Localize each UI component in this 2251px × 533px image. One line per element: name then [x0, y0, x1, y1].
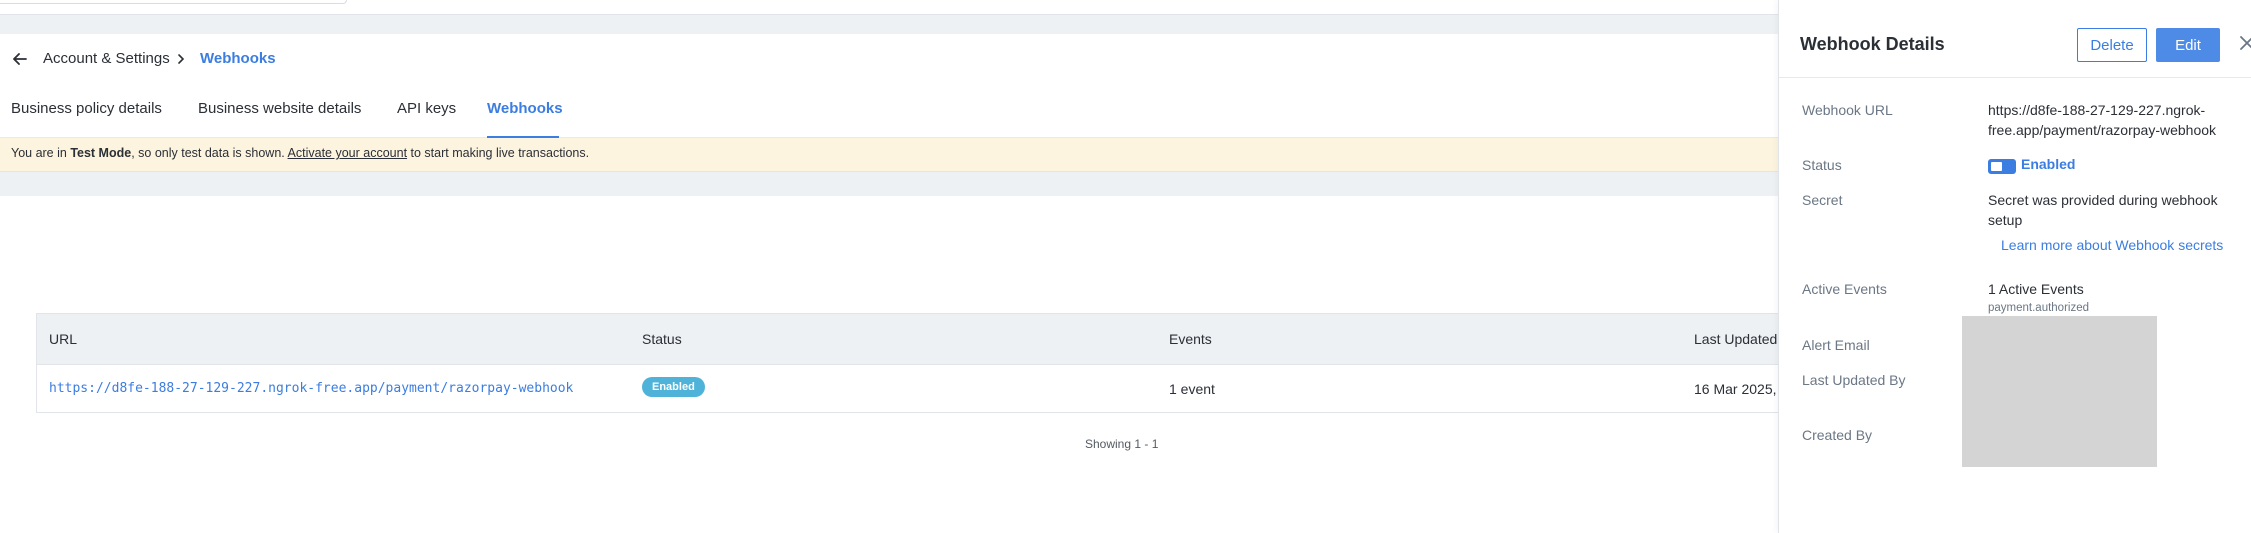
tab-api-keys[interactable]: API keys — [397, 100, 456, 117]
test-mode-banner: You are in Test Mode, so only test data … — [0, 138, 1778, 172]
table-header: URL Status Events Last Updated — [37, 314, 1778, 364]
tab-bar: Business policy details Business website… — [0, 92, 1778, 139]
panel-header: Webhook Details Delete Edit — [1779, 0, 2251, 78]
secret-label: Secret — [1802, 192, 1843, 208]
alert-email-label: Alert Email — [1802, 337, 1870, 353]
close-icon[interactable] — [2237, 34, 2251, 52]
banner-spacer — [0, 172, 1778, 196]
active-event-name: payment.authorized — [1988, 302, 2090, 314]
back-arrow-icon[interactable] — [10, 49, 30, 69]
edit-button[interactable]: Edit — [2156, 28, 2220, 62]
webhook-details-panel: Webhook Details Delete Edit Webhook URL … — [1778, 0, 2251, 533]
pagination-info: Showing 1 - 1 — [1085, 437, 1159, 451]
status-value: Enabled — [2021, 156, 2076, 172]
last-updated-by-label: Last Updated By — [1802, 372, 1906, 388]
activate-account-link[interactable]: Activate your account — [288, 146, 408, 160]
webhook-url-value-line2: free.app/payment/razorpay-webhook — [1988, 122, 2217, 138]
webhooks-table: URL Status Events Last Updated https://d… — [36, 313, 1778, 413]
redacted-area — [1962, 316, 2157, 467]
secret-value-line2: setup — [1988, 212, 2023, 228]
panel-title: Webhook Details — [1800, 34, 1945, 54]
delete-button[interactable]: Delete — [2077, 28, 2147, 62]
webhook-url-label: Webhook URL — [1802, 102, 1893, 118]
toggle-icon[interactable] — [1988, 159, 2016, 174]
status-badge: Enabled — [642, 377, 705, 397]
column-header-last-updated: Last Updated — [1694, 331, 1778, 347]
toggle-knob — [1991, 162, 2002, 171]
table-row[interactable]: https://d8fe-188-27-129-227.ngrok-free.a… — [37, 364, 1778, 412]
chevron-right-icon — [177, 50, 185, 68]
learn-more-link[interactable]: Learn more about Webhook secrets — [2001, 237, 2223, 253]
active-events-value: 1 Active Events — [1988, 281, 2084, 297]
banner-suffix: to start making live transactions. — [407, 146, 590, 160]
webhook-url-value-line1: https://d8fe-188-27-129-227.ngrok- — [1988, 102, 2206, 118]
column-header-url: URL — [49, 331, 78, 347]
column-header-status: Status — [642, 331, 682, 347]
top-input-stub — [0, 0, 347, 4]
secret-value-line1: Secret was provided during webhook — [1988, 192, 2218, 208]
events-count: 1 event — [1169, 381, 1215, 397]
created-by-label: Created By — [1802, 427, 1873, 443]
breadcrumb-current: Webhooks — [200, 50, 276, 67]
breadcrumb-parent[interactable]: Account & Settings — [43, 50, 170, 67]
last-updated-value: 16 Mar 2025, — [1694, 381, 1777, 397]
banner-prefix: You are in — [11, 146, 71, 160]
status-label: Status — [1802, 157, 1842, 173]
tab-business-website-details[interactable]: Business website details — [198, 100, 361, 117]
banner-middle: , so only test data is shown. — [131, 146, 288, 160]
webhook-url-link[interactable]: https://d8fe-188-27-129-227.ngrok-free.a… — [49, 381, 573, 396]
tab-business-policy-details[interactable]: Business policy details — [11, 100, 162, 117]
header-band — [0, 14, 1778, 34]
active-events-label: Active Events — [1802, 281, 1887, 297]
column-header-events: Events — [1169, 331, 1212, 347]
tab-webhooks[interactable]: Webhooks — [487, 100, 563, 117]
banner-mode: Test Mode — [70, 146, 132, 160]
